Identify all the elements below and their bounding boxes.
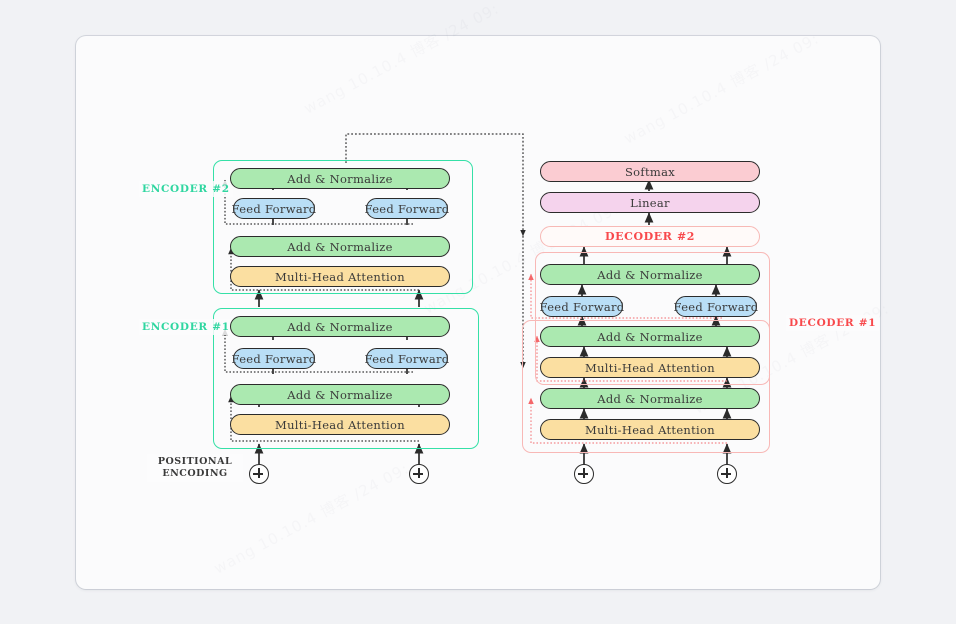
plus-circle-icon bbox=[249, 464, 269, 484]
decoder-2-node[interactable]: DECODER #2 bbox=[540, 226, 760, 247]
watermark: wang 10.10.4 博客 /24 09: bbox=[620, 28, 822, 149]
softmax-node[interactable]: Softmax bbox=[540, 161, 760, 182]
decoder-1-add-normalize-top[interactable]: Add & Normalize bbox=[540, 264, 760, 285]
encoder-2-feed-forward-left[interactable]: Feed Forward bbox=[232, 198, 316, 219]
decoder-1-add-normalize-middle[interactable]: Add & Normalize bbox=[540, 326, 760, 347]
encoder-1-multi-head-attention[interactable]: Multi-Head Attention bbox=[230, 414, 450, 435]
screenshot-root: wang 10.10.4 博客 /24 09: wang 10.10.4 博客 … bbox=[0, 0, 956, 624]
encoder-1-feed-forward-left[interactable]: Feed Forward bbox=[232, 348, 316, 369]
encoder-2-add-normalize-top[interactable]: Add & Normalize bbox=[230, 168, 450, 189]
decoder-1-cross-multi-head-attention[interactable]: Multi-Head Attention bbox=[540, 357, 760, 378]
positional-encoding-line-2: ENCODING bbox=[162, 468, 228, 479]
encoder-2-label: ENCODER #2 bbox=[139, 181, 233, 197]
decoder-1-feed-forward-right[interactable]: Feed Forward bbox=[674, 296, 758, 317]
decoder-1-add-normalize-bottom[interactable]: Add & Normalize bbox=[540, 388, 760, 409]
decoder-1-label: DECODER #1 bbox=[786, 315, 880, 331]
encoder-1-add-normalize-bottom[interactable]: Add & Normalize bbox=[230, 384, 450, 405]
encoder-2-add-normalize-bottom[interactable]: Add & Normalize bbox=[230, 236, 450, 257]
positional-encoding-label: POSITIONAL ENCODING bbox=[147, 454, 243, 482]
plus-circle-icon bbox=[717, 464, 737, 484]
linear-node[interactable]: Linear bbox=[540, 192, 760, 213]
positional-encoding-line-1: POSITIONAL bbox=[157, 456, 233, 467]
decoder-1-feed-forward-left[interactable]: Feed Forward bbox=[540, 296, 624, 317]
transformer-architecture-diagram: wang 10.10.4 博客 /24 09: wang 10.10.4 博客 … bbox=[0, 0, 956, 624]
encoder-1-add-normalize-top[interactable]: Add & Normalize bbox=[230, 316, 450, 337]
watermark: wang 10.10.4 博客 /24 09: bbox=[300, 0, 502, 119]
encoder-2-feed-forward-right[interactable]: Feed Forward bbox=[365, 198, 449, 219]
encoder-1-label: ENCODER #1 bbox=[139, 319, 233, 335]
encoder-1-feed-forward-right[interactable]: Feed Forward bbox=[365, 348, 449, 369]
decoder-1-masked-multi-head-attention[interactable]: Multi-Head Attention bbox=[540, 419, 760, 440]
plus-circle-icon bbox=[409, 464, 429, 484]
encoder-2-multi-head-attention[interactable]: Multi-Head Attention bbox=[230, 266, 450, 287]
plus-circle-icon bbox=[574, 464, 594, 484]
